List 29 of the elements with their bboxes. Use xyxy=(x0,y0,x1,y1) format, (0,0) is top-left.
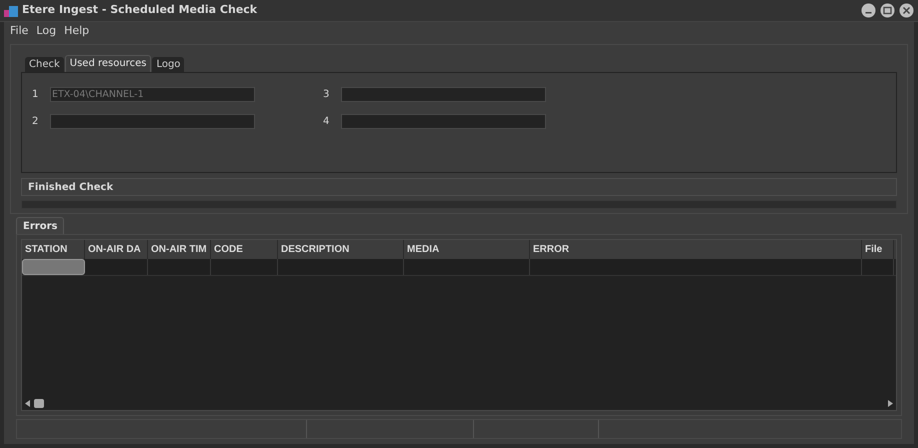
close-icon[interactable] xyxy=(899,3,914,18)
input-field[interactable] xyxy=(50,114,255,128)
scrollbar-thumb[interactable] xyxy=(34,399,44,408)
left-arrow-icon[interactable] xyxy=(25,400,30,407)
input-field[interactable] xyxy=(341,114,546,128)
tab[interactable]: Errors xyxy=(16,217,64,234)
menu-item[interactable]: Help xyxy=(64,22,90,40)
column-header[interactable]: STATION xyxy=(22,240,85,259)
column-header[interactable]: ON-AIR TIM xyxy=(148,240,211,259)
field-label: 4 xyxy=(323,114,330,128)
app-logo-icon xyxy=(4,4,18,16)
tab[interactable]: Used resources xyxy=(64,55,152,72)
field-label: 2 xyxy=(32,114,40,128)
menu-item[interactable]: File xyxy=(10,22,28,40)
column-header[interactable]: CODE xyxy=(211,240,278,259)
table-cell[interactable] xyxy=(22,259,85,275)
window-title: Etere Ingest - Scheduled Media Check xyxy=(22,2,258,18)
field-label: 3 xyxy=(323,88,330,102)
tab[interactable]: Logo xyxy=(152,57,184,72)
input-field[interactable] xyxy=(341,86,546,102)
menu-item[interactable]: Log xyxy=(36,22,56,40)
maximize-icon[interactable] xyxy=(880,3,895,18)
minimize-icon[interactable] xyxy=(861,3,876,18)
right-arrow-icon[interactable] xyxy=(888,400,893,407)
status-text: Finished Check xyxy=(28,180,114,194)
field-label: 1 xyxy=(32,88,40,102)
column-header[interactable]: ON-AIR DA xyxy=(85,240,148,259)
tab[interactable]: Check xyxy=(25,57,64,72)
input-field[interactable]: ETX-04\CHANNEL-1 xyxy=(50,86,255,102)
